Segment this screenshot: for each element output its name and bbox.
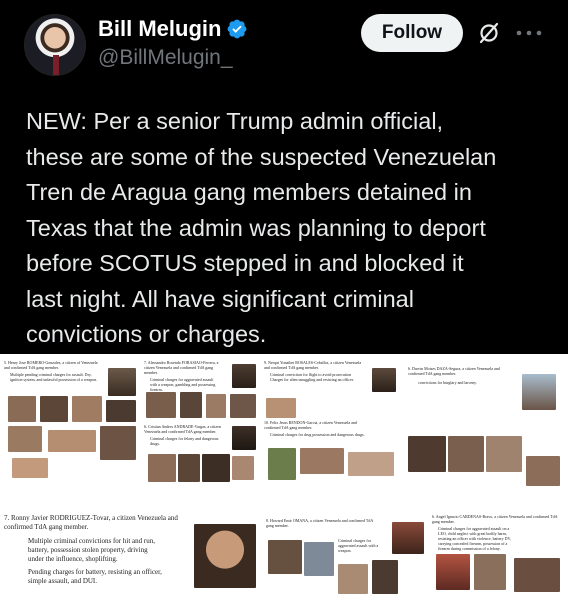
tattoo-photo: [148, 454, 176, 482]
author-name[interactable]: Bill Melugin: [98, 16, 221, 42]
document-heading: 6. Cristian Andres ANDRADE-Vargas, a cit…: [144, 424, 221, 434]
tattoo-photo: [486, 436, 522, 472]
tattoo-photo: [526, 456, 560, 486]
tattoo-photo: [8, 426, 42, 452]
tattoo-photo: [72, 396, 102, 422]
tweet-line: convictions or charges.: [26, 321, 267, 347]
document-page: 7. Alessandro Rosendo FORASIAO-Ferrera, …: [144, 360, 260, 422]
tattoo-photo: [448, 436, 484, 472]
document-bullet: Criminal charges for aggravated assault …: [150, 377, 216, 392]
document-bullet: Criminal charges for aggravated assault …: [338, 538, 379, 553]
tattoo-photo: [408, 436, 446, 472]
tattoo-photo: [48, 430, 96, 452]
mugshot-photo: [522, 374, 556, 410]
tattoo-photo: [266, 398, 296, 418]
mugshot-photo: [194, 524, 256, 588]
tattoo-photo: [40, 396, 68, 422]
grok-slash-icon[interactable]: [477, 21, 501, 45]
document-heading: 8. Howard Emir OMANA, a citizen Venezuel…: [266, 518, 374, 528]
tweet-line: Texas that the admin was planning to dep…: [26, 214, 486, 241]
tattoo-photo: [8, 396, 36, 422]
tattoo-photo: [202, 454, 230, 482]
document-bullet: Charges for alien smuggling and resistin…: [270, 377, 354, 382]
mugshot-photo: [372, 368, 396, 392]
document-bullet: convictions for burglary and larceny.: [418, 380, 477, 385]
avatar[interactable]: [24, 14, 86, 76]
tattoo-photo: [474, 554, 506, 590]
mugshot-photo: [108, 368, 136, 396]
author-handle[interactable]: @BillMelugin_: [98, 46, 233, 70]
document-bullet: Multiple pending criminal charges for as…: [10, 372, 98, 382]
tattoo-photo: [304, 542, 334, 576]
document-heading: 6. Darvin Moises DAZA-Segura, a citizen …: [408, 366, 500, 376]
tattoo-photo: [338, 564, 368, 594]
mugshot-photo: [436, 554, 470, 590]
tattoo-photo: [206, 394, 226, 418]
tweet-media-image[interactable]: 5. Henry Jose ROMERO-Gonzalez, a citizen…: [0, 354, 568, 597]
document-page: 9. Nerqui Yonaibet ROSALES-Ceballos, a c…: [264, 360, 404, 418]
document-page: 6. Angel Ignacio CARDENAS-Bravo, a citiz…: [432, 514, 566, 597]
tattoo-photo: [232, 456, 254, 480]
document-page: 6. Darvin Moises DAZA-Segura, a citizen …: [408, 360, 564, 418]
mugshot-photo: [232, 364, 256, 388]
document-bullet: Multiple criminal convictions for hit an…: [28, 537, 155, 563]
tattoo-photo: [106, 400, 136, 422]
tweet-header: Bill Melugin @BillMelugin_ Follow: [0, 0, 568, 90]
tattoo-photo: [300, 448, 344, 474]
document-page: 5. Henry Jose ROMERO-Gonzalez, a citizen…: [4, 360, 140, 480]
tweet-line: last night. All have significant crimina…: [26, 285, 414, 312]
document-page: 10. Felix Jesus RENDON-Garcia, a citizen…: [264, 420, 404, 492]
tweet-line: these are some of the suspected Venezuel…: [26, 143, 497, 170]
tattoo-photo: [12, 458, 48, 478]
more-dots-icon[interactable]: [516, 30, 542, 36]
tattoo-photo: [180, 392, 202, 418]
document-page: 8. Howard Emir OMANA, a citizen Venezuel…: [266, 518, 428, 597]
tweet-line: NEW: Per a senior Trump admin official,: [26, 108, 444, 134]
tattoo-photo: [268, 448, 296, 480]
tattoo-photo: [514, 558, 560, 592]
document-page: 6. Cristian Andres ANDRADE-Vargas, a cit…: [144, 424, 260, 484]
tattoo-photo: [178, 454, 200, 482]
tweet-line: before SCOTUS stepped in and blocked it: [26, 250, 464, 276]
tattoo-photo: [268, 540, 302, 574]
verified-badge-icon: [227, 19, 247, 39]
document-heading: 7. Ronny Javier RODRIGUEZ-Tovar, a citiz…: [4, 514, 178, 522]
document-bullet: Criminal charges for drug possession and…: [270, 432, 365, 437]
document-heading: 6. Angel Ignacio CARDENAS-Bravo, a citiz…: [432, 514, 558, 524]
mugshot-photo: [232, 426, 256, 450]
follow-button[interactable]: Follow: [361, 14, 463, 52]
document-heading: 5. Henry Jose ROMERO-Gonzalez, a citizen…: [4, 360, 98, 370]
tattoo-photo: [372, 560, 398, 594]
document-page: [408, 436, 564, 492]
tattoo-photo: [348, 452, 394, 476]
tweet-line: Tren de Aragua gang members detained in: [26, 179, 472, 205]
mugshot-photo: [392, 522, 424, 554]
document-heading: 9. Nerqui Yonaibet ROSALES-Ceballos, a c…: [264, 360, 362, 370]
document-page: 7. Ronny Javier RODRIGUEZ-Tovar, a citiz…: [4, 514, 260, 597]
document-heading: confirmed TdA gang member.: [4, 523, 89, 531]
tweet-text: NEW: Per a senior Trump admin official, …: [26, 104, 556, 353]
document-bullet: Criminal charges for aggravated assault …: [438, 526, 511, 551]
document-heading: 10. Felix Jesus RENDON-Garcia, a citizen…: [264, 420, 357, 430]
document-bullet: Criminal charges for felony and dangerou…: [150, 436, 219, 446]
tattoo-photo: [230, 394, 256, 418]
document-bullet: Pending charges for battery, resisting a…: [28, 568, 162, 585]
tattoo-photo: [146, 392, 176, 418]
document-heading: 7. Alessandro Rosendo FORASIAO-Ferrera, …: [144, 360, 219, 375]
tattoo-photo: [100, 426, 136, 460]
